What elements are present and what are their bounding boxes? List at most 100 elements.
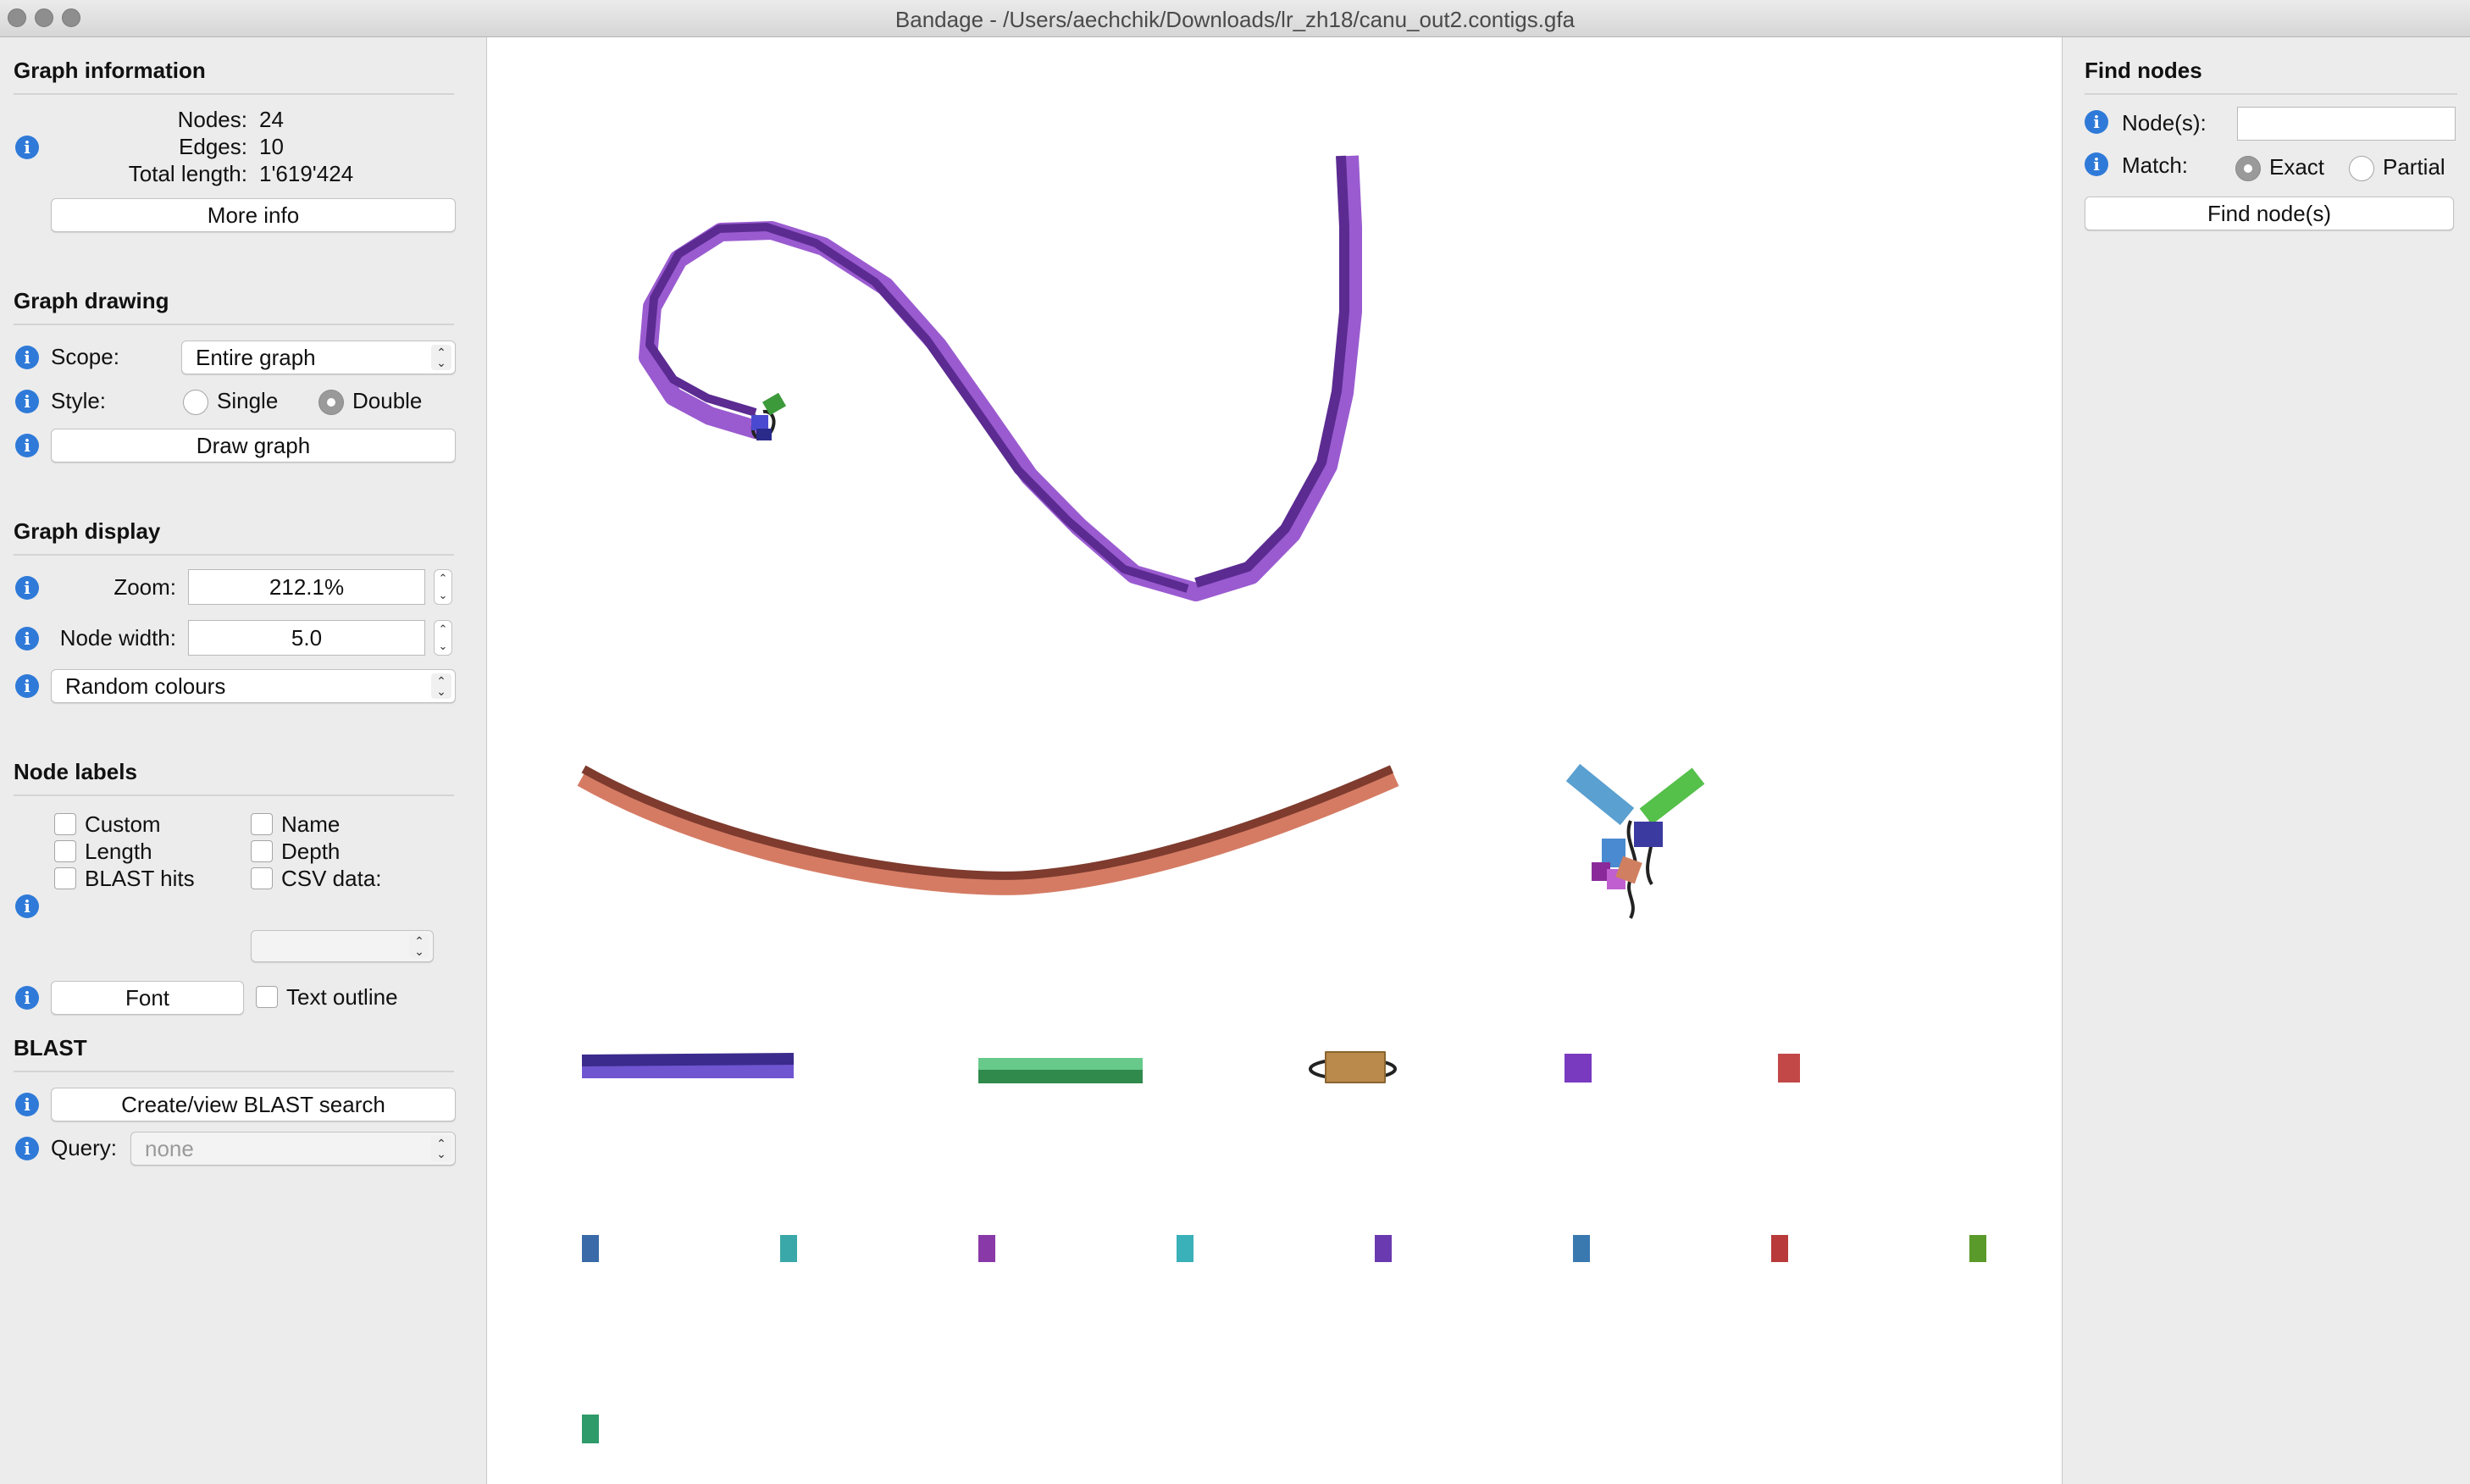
- node-red-1[interactable]: [1778, 1054, 1800, 1083]
- info-icon[interactable]: i: [2085, 152, 2108, 176]
- left-control-panel: Graph information i Nodes: 24 Edges: 10 …: [0, 37, 486, 1484]
- custom-checkbox[interactable]: [54, 813, 76, 835]
- node-width-stepper[interactable]: ⌃ ⌄: [434, 620, 452, 656]
- blast-hits-label: BLAST hits: [85, 866, 195, 891]
- info-icon[interactable]: i: [15, 986, 39, 1010]
- colour-scheme-value: Random colours: [65, 673, 226, 699]
- csv-data-label: CSV data:: [281, 866, 382, 891]
- info-icon[interactable]: i: [15, 346, 39, 369]
- nodes-value: 24: [259, 107, 284, 132]
- info-icon[interactable]: i: [15, 627, 39, 651]
- node-labels-title: Node labels: [14, 759, 137, 784]
- total-length-label: Total length:: [128, 161, 247, 186]
- find-nodes-panel: Find nodes i Node(s): i Match: Exact Par…: [2062, 37, 2470, 1484]
- blast-hits-checkbox[interactable]: [54, 867, 76, 889]
- name-checkbox[interactable]: [251, 813, 273, 835]
- custom-label: Custom: [85, 811, 161, 837]
- node-green-tangle[interactable]: [1639, 767, 1705, 825]
- chevron-up-down-icon: ⌃ ⌄: [409, 934, 429, 958]
- length-checkbox[interactable]: [54, 840, 76, 862]
- assembly-graph[interactable]: [487, 37, 2063, 1484]
- node-blue-tangle[interactable]: [1565, 763, 1635, 826]
- colour-scheme-select[interactable]: Random colours ⌃ ⌄: [51, 669, 456, 703]
- info-icon[interactable]: i: [15, 576, 39, 600]
- section-divider: [14, 795, 454, 796]
- style-single-radio[interactable]: [183, 390, 208, 415]
- find-nodes-button[interactable]: Find node(s): [2085, 197, 2454, 230]
- contig-purple-long-strand-2: [1194, 155, 1349, 588]
- node-cluster-small[interactable]: [750, 392, 787, 440]
- match-exact-radio[interactable]: [2235, 156, 2261, 181]
- info-icon[interactable]: i: [15, 1093, 39, 1116]
- match-partial-radio[interactable]: [2349, 156, 2374, 181]
- info-icon[interactable]: i: [15, 1137, 39, 1160]
- node-blue-small[interactable]: [751, 415, 768, 430]
- section-divider: [14, 324, 454, 325]
- scope-select[interactable]: Entire graph ⌃ ⌄: [181, 341, 456, 374]
- node-width-label: Node width:: [59, 625, 176, 651]
- node-cluster-tangle[interactable]: [1565, 763, 1705, 919]
- font-button[interactable]: Font: [51, 981, 244, 1015]
- node-teal-row-1[interactable]: [780, 1235, 797, 1262]
- graph-canvas[interactable]: [486, 37, 2062, 1484]
- nodes-search-label: Node(s):: [2122, 110, 2207, 136]
- info-icon[interactable]: i: [15, 390, 39, 413]
- contig-brown-long[interactable]: [577, 768, 1399, 895]
- section-divider: [14, 93, 454, 95]
- node-red-row-1[interactable]: [1771, 1235, 1788, 1262]
- zoom-input[interactable]: 212.1%: [188, 569, 425, 605]
- node-indigo-tangle[interactable]: [1634, 822, 1663, 847]
- match-label: Match:: [2122, 152, 2189, 178]
- node-purple-row-1[interactable]: [978, 1235, 995, 1262]
- csv-column-select[interactable]: ⌃ ⌄: [251, 930, 434, 962]
- info-icon[interactable]: i: [15, 136, 39, 159]
- window-titlebar: Bandage - /Users/aechchik/Downloads/lr_z…: [0, 0, 2470, 37]
- graph-information-title: Graph information: [14, 58, 206, 83]
- zoom-label: Zoom:: [114, 574, 176, 600]
- info-icon[interactable]: i: [15, 674, 39, 698]
- info-icon[interactable]: i: [15, 894, 39, 918]
- node-green-row-1[interactable]: [1969, 1235, 1986, 1262]
- text-outline-checkbox[interactable]: [256, 986, 278, 1008]
- node-violet-row-1[interactable]: [1375, 1235, 1392, 1262]
- chevron-up-down-icon: ⌃ ⌄: [431, 1136, 451, 1161]
- depth-checkbox[interactable]: [251, 840, 273, 862]
- depth-label: Depth: [281, 839, 341, 864]
- graph-drawing-title: Graph drawing: [14, 288, 169, 313]
- node-blue-row-2[interactable]: [1573, 1235, 1590, 1262]
- more-info-button[interactable]: More info: [51, 198, 456, 232]
- match-partial-label: Partial: [2383, 154, 2445, 180]
- contig-purple-long-strand: [645, 223, 1189, 593]
- section-divider: [14, 1071, 454, 1072]
- scope-select-value: Entire graph: [196, 345, 316, 370]
- info-icon[interactable]: i: [2085, 110, 2108, 134]
- edges-label: Edges:: [179, 134, 247, 159]
- node-navy-small[interactable]: [756, 429, 772, 440]
- create-blast-search-button[interactable]: Create/view BLAST search: [51, 1088, 456, 1121]
- scope-label: Scope:: [51, 344, 119, 369]
- nodes-search-input[interactable]: [2237, 107, 2456, 141]
- match-exact-label: Exact: [2269, 154, 2325, 180]
- text-outline-label: Text outline: [286, 984, 398, 1010]
- csv-data-checkbox[interactable]: [251, 867, 273, 889]
- find-nodes-title: Find nodes: [2085, 58, 2202, 83]
- edges-value: 10: [259, 134, 284, 159]
- node-purple-1[interactable]: [1565, 1054, 1592, 1083]
- chevron-up-down-icon: ⌃ ⌄: [431, 345, 451, 370]
- node-cyan-row-1[interactable]: [1177, 1235, 1193, 1262]
- contig-tan[interactable]: [1325, 1051, 1386, 1083]
- small-nodes[interactable]: [582, 1054, 1986, 1443]
- draw-graph-button[interactable]: Draw graph: [51, 429, 456, 462]
- style-double-radio[interactable]: [318, 390, 344, 415]
- query-label: Query:: [51, 1135, 118, 1160]
- node-teal-row-2[interactable]: [582, 1415, 599, 1443]
- info-icon[interactable]: i: [15, 434, 39, 457]
- node-width-input[interactable]: 5.0: [188, 620, 425, 656]
- graph-display-title: Graph display: [14, 518, 161, 544]
- blast-title: BLAST: [14, 1035, 87, 1060]
- contig-purple-long[interactable]: [639, 155, 1362, 601]
- length-label: Length: [85, 839, 152, 864]
- query-select[interactable]: none ⌃ ⌄: [130, 1132, 456, 1166]
- node-blue-row-1[interactable]: [582, 1235, 599, 1262]
- zoom-stepper[interactable]: ⌃ ⌄: [434, 569, 452, 605]
